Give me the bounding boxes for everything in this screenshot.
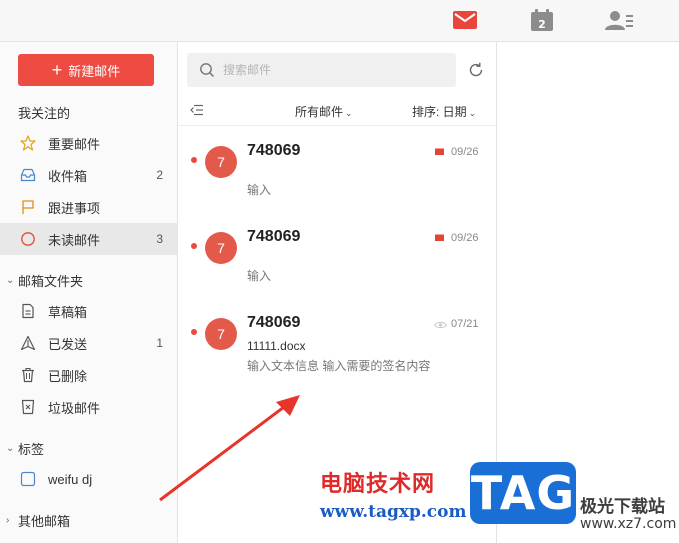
sidebar-item-inbox[interactable]: 收件箱 2 bbox=[0, 159, 177, 191]
avatar: 7 bbox=[205, 146, 237, 178]
watermark-logo: TAG bbox=[470, 462, 576, 524]
sidebar-item-label: 已删除 bbox=[48, 368, 88, 384]
mail-date: 09/26 bbox=[451, 232, 479, 244]
mail-date: 09/26 bbox=[451, 146, 479, 158]
tags-title: 标签 bbox=[18, 442, 45, 457]
flag-icon bbox=[22, 200, 34, 214]
watermark-url: www.tagxp.com bbox=[320, 502, 467, 522]
sidebar-item-followup[interactable]: 跟进事项 bbox=[0, 191, 177, 223]
sidebar-item-drafts[interactable]: 草稿箱 bbox=[0, 295, 177, 327]
chevron-down-icon: ⌄ bbox=[345, 108, 353, 118]
star-icon bbox=[20, 135, 36, 151]
unread-circle-icon bbox=[21, 232, 35, 246]
sidebar-item-label: 已发送 bbox=[48, 336, 88, 352]
compose-label: 新建邮件 bbox=[68, 63, 121, 79]
unread-dot bbox=[191, 329, 197, 335]
mail-subject: 11111.docx bbox=[247, 339, 306, 353]
folders-section-toggle[interactable]: ⌄ 邮箱文件夹 bbox=[6, 271, 83, 290]
unread-dot bbox=[191, 243, 197, 249]
other-mailboxes-toggle[interactable]: › 其他邮箱 bbox=[6, 511, 70, 530]
mail-list-item[interactable]: 7 748069 09/26 输入 bbox=[178, 128, 496, 214]
search-box bbox=[187, 53, 456, 87]
sidebar-item-count: 2 bbox=[156, 168, 163, 182]
chevron-down-icon: ⌄ bbox=[6, 443, 15, 454]
avatar: 7 bbox=[205, 318, 237, 350]
spam-icon bbox=[21, 399, 35, 415]
mail-preview: 输入 bbox=[247, 269, 272, 283]
watermark-title: 电脑技术网 bbox=[320, 472, 436, 497]
calendar-day: 2 bbox=[538, 18, 546, 31]
compose-button[interactable]: + 新建邮件 bbox=[18, 54, 154, 86]
mail-sender: 748069 bbox=[247, 228, 301, 245]
chevron-down-icon: ⌄ bbox=[6, 275, 15, 286]
mail-preview: 输入文本信息 输入需要的签名内容 bbox=[247, 359, 431, 373]
collapse-sidebar-icon[interactable] bbox=[190, 104, 204, 116]
unread-dot bbox=[191, 157, 197, 163]
chevron-right-icon: › bbox=[6, 515, 10, 526]
search-icon bbox=[200, 63, 215, 78]
chevron-down-icon: ⌄ bbox=[468, 108, 477, 118]
top-bar: 2 bbox=[0, 0, 679, 42]
plus-icon: + bbox=[51, 60, 63, 80]
sidebar-item-important[interactable]: 重要邮件 bbox=[0, 127, 177, 159]
folders-title: 邮箱文件夹 bbox=[18, 274, 84, 289]
sidebar-item-label: 未读邮件 bbox=[48, 232, 101, 248]
sidebar-item-label: weifu dj bbox=[48, 471, 93, 487]
other-mailboxes-title: 其他邮箱 bbox=[18, 514, 71, 529]
trash-icon bbox=[22, 367, 34, 383]
draft-icon bbox=[22, 303, 34, 319]
sidebar-item-label: 重要邮件 bbox=[48, 136, 101, 152]
tags-section-toggle[interactable]: ⌄ 标签 bbox=[6, 439, 44, 458]
flag-icon[interactable] bbox=[434, 148, 445, 159]
flag-icon[interactable] bbox=[434, 234, 445, 245]
sidebar-item-label: 收件箱 bbox=[48, 168, 88, 184]
sidebar-item-label: 垃圾邮件 bbox=[48, 400, 101, 416]
sent-icon bbox=[20, 335, 36, 351]
mail-sender: 748069 bbox=[247, 142, 301, 159]
mail-date: 07/21 bbox=[451, 318, 479, 330]
search-input[interactable] bbox=[223, 53, 448, 87]
mail-list-item[interactable]: 7 748069 09/26 输入 bbox=[178, 214, 496, 300]
sidebar-item-unread[interactable]: 未读邮件 3 bbox=[0, 223, 177, 255]
sidebar-item-deleted[interactable]: 已删除 bbox=[0, 359, 177, 391]
mail-preview: 输入 bbox=[247, 183, 272, 197]
mail-icon[interactable] bbox=[450, 6, 480, 34]
sort-label: 排序: 日期 bbox=[412, 105, 467, 119]
sort-dropdown[interactable]: 排序: 日期 ⌄ bbox=[412, 103, 476, 120]
eye-icon bbox=[434, 321, 447, 329]
calendar-icon[interactable]: 2 bbox=[527, 6, 557, 34]
mail-sender: 748069 bbox=[247, 314, 301, 331]
tag-checkbox-icon bbox=[20, 471, 36, 487]
filter-label: 所有邮件 bbox=[295, 105, 344, 119]
contacts-icon[interactable] bbox=[604, 6, 634, 34]
sidebar-item-label: 草稿箱 bbox=[48, 304, 88, 320]
sidebar-item-count: 1 bbox=[156, 336, 163, 350]
sidebar-item-label: 跟进事项 bbox=[48, 200, 101, 216]
filter-dropdown[interactable]: 所有邮件 ⌄ bbox=[295, 103, 353, 120]
avatar: 7 bbox=[205, 232, 237, 264]
list-toolbar: 所有邮件 ⌄ 排序: 日期 ⌄ bbox=[178, 100, 496, 126]
inbox-icon bbox=[20, 168, 36, 182]
favorites-title: 我关注的 bbox=[18, 106, 71, 121]
mail-list-item[interactable]: 7 748069 07/21 11111.docx 输入文本信息 输入需要的签名… bbox=[178, 300, 496, 386]
watermark-site-url: www.xz7.com bbox=[580, 516, 677, 532]
red-arrow-annotation bbox=[159, 395, 300, 502]
refresh-icon[interactable] bbox=[467, 61, 485, 79]
watermark-site-name: 极光下载站 bbox=[580, 497, 665, 517]
sidebar-item-count: 3 bbox=[156, 232, 163, 246]
sidebar-item-sent[interactable]: 已发送 1 bbox=[0, 327, 177, 359]
